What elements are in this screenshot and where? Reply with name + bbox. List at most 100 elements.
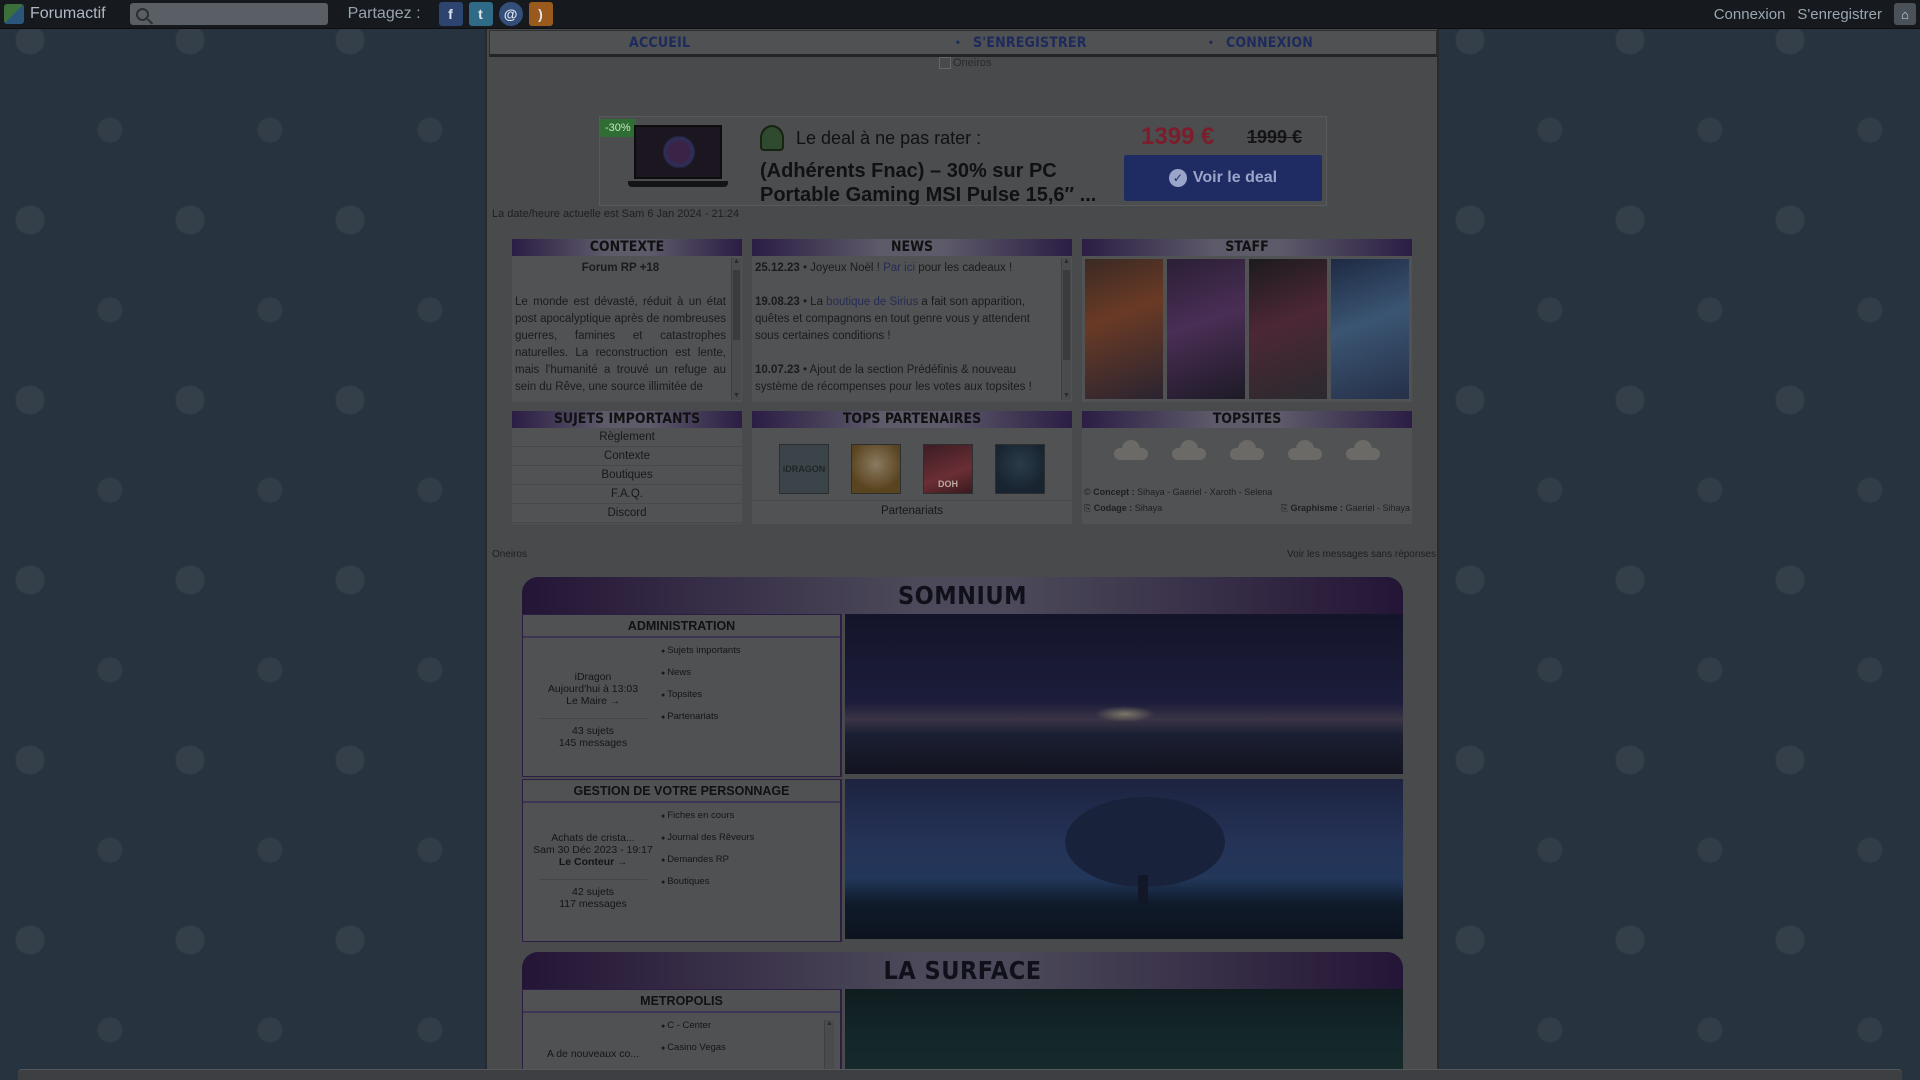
forum-name[interactable]: Gestion de votre personnage xyxy=(523,780,840,803)
important-topics-list: Règlement Contexte Boutiques F.A.Q. Disc… xyxy=(512,428,742,524)
news-date: 10.07.23 xyxy=(755,364,800,376)
category-title[interactable]: Somnium xyxy=(522,577,1403,614)
rss-icon[interactable]: ) xyxy=(528,2,553,26)
topsites-title: Topsites xyxy=(1082,411,1412,428)
search-box xyxy=(129,3,328,25)
forumactif-brand[interactable]: Forumactif xyxy=(4,4,106,24)
forum-row: Metropolis A de nouveaux co... C - Cente… xyxy=(522,989,1403,1080)
last-post-date: Sam 30 Déc 2023 - 19:17 xyxy=(533,844,653,856)
partner-logo[interactable] xyxy=(851,444,901,494)
email-icon[interactable]: @ xyxy=(498,2,523,26)
deal-ad[interactable]: -30% Le deal à ne pas rater : (Adhérents… xyxy=(599,116,1327,206)
topsite-cloud-icon[interactable] xyxy=(1346,440,1380,460)
search-input[interactable] xyxy=(154,6,325,22)
brand-label: Forumactif xyxy=(30,5,106,22)
last-post-author[interactable]: Le Maire xyxy=(566,695,607,707)
scroll-down-icon[interactable]: ▼ xyxy=(733,392,740,400)
forum-name[interactable]: Administration xyxy=(523,615,840,638)
staff-widget: Staff xyxy=(1082,239,1412,402)
staff-avatar[interactable] xyxy=(1249,259,1327,399)
home-icon[interactable]: ⌂ xyxy=(1894,3,1916,25)
goto-last-post-icon[interactable]: → xyxy=(617,857,627,868)
topsite-cloud-icon[interactable] xyxy=(1230,440,1264,460)
site-credits: © Concept : Sihaya - Gaeriel - Xaroth - … xyxy=(1082,484,1412,516)
last-post: iDragon Aujourd'hui à 13:03 Le Maire → 4… xyxy=(533,671,653,749)
staff-avatar[interactable] xyxy=(1085,259,1163,399)
news-link[interactable]: Par ici xyxy=(883,262,915,274)
last-post-title[interactable]: iDragon xyxy=(533,671,653,683)
twitter-icon[interactable]: t xyxy=(468,2,493,26)
credits-coding: ⎘ Codage : Sihaya xyxy=(1084,503,1163,513)
contexte-scrollbar[interactable]: ▲ ▼ xyxy=(731,258,741,400)
forum-image[interactable] xyxy=(845,989,1403,1080)
deal-headline-text: Le deal à ne pas rater : xyxy=(796,127,982,148)
credits-graphics: ⎘ Graphisme : Gaeriel - Sihaya xyxy=(1280,503,1410,513)
staff-avatar[interactable] xyxy=(1167,259,1245,399)
last-post-date: Aujourd'hui à 13:03 xyxy=(547,683,639,695)
goto-last-post-icon[interactable]: → xyxy=(610,696,620,707)
partner-logo[interactable] xyxy=(995,444,1045,494)
subforum-link[interactable]: Demandes RP xyxy=(661,854,754,876)
important-topic-link[interactable]: F.A.Q. xyxy=(512,485,742,504)
forum-banner[interactable]: Oneiros xyxy=(939,57,992,70)
scroll-up-icon[interactable]: ▲ xyxy=(1063,258,1070,266)
forum-image[interactable] xyxy=(845,779,1403,939)
topsite-cloud-icon[interactable] xyxy=(1288,440,1322,460)
topsite-cloud-icon[interactable] xyxy=(1114,440,1148,460)
partnerships-link[interactable]: Partenariats xyxy=(752,500,1072,517)
scroll-up-icon[interactable]: ▲ xyxy=(733,258,740,266)
subforum-link[interactable]: Boutiques xyxy=(661,876,754,898)
partners-title: Tops partenaires xyxy=(752,411,1072,428)
nav-accueil[interactable]: Accueil xyxy=(629,35,690,51)
subforum-link[interactable]: Sujets importants xyxy=(661,645,740,667)
subforum-list: Fiches en cours Journal des Rêveurs Dema… xyxy=(661,810,754,898)
category-title[interactable]: La Surface xyxy=(522,952,1403,989)
partner-logo[interactable]: DOH xyxy=(923,444,973,494)
news-text: • La xyxy=(799,296,827,308)
subforum-link[interactable]: News xyxy=(661,667,741,689)
topsite-cloud-icon[interactable] xyxy=(1172,440,1206,460)
contexte-subtitle: Forum RP +18 xyxy=(581,262,660,274)
toolbar-register-link[interactable]: S'enregistrer xyxy=(1797,6,1882,23)
last-post-title[interactable]: A de nouveaux co... xyxy=(533,1048,653,1060)
scroll-up-icon[interactable]: ▲ xyxy=(826,1020,833,1028)
news-scrollbar[interactable]: ▲ ▼ xyxy=(1061,258,1071,400)
subforum-link[interactable]: Partenariats xyxy=(661,711,741,733)
subforum-link[interactable]: Fiches en cours xyxy=(661,810,754,832)
news-text: • Joyeux Noël ! xyxy=(799,262,884,274)
important-topic-link[interactable]: Contexte xyxy=(512,447,742,466)
deal-price: 1399 € xyxy=(1141,123,1215,150)
last-post-author[interactable]: Le Conteur xyxy=(559,856,614,868)
subforum-link[interactable]: Topsites xyxy=(661,689,741,711)
toolbar-login-link[interactable]: Connexion xyxy=(1714,6,1786,23)
forum-topic-count: 43 sujets xyxy=(571,725,615,737)
important-topic-link[interactable]: Boutiques xyxy=(512,466,742,485)
scroll-down-icon[interactable]: ▼ xyxy=(1063,392,1070,400)
important-topic-link[interactable]: Discord xyxy=(512,504,742,523)
facebook-icon[interactable]: f xyxy=(438,2,463,26)
forum-image[interactable] xyxy=(845,614,1403,774)
contexte-widget: Contexte Forum RP +18 Le monde est dévas… xyxy=(512,239,742,402)
breadcrumb-home[interactable]: Oneiros xyxy=(492,549,527,560)
view-deal-button[interactable]: ✓ Voir le deal xyxy=(1124,155,1322,201)
important-topic-link[interactable]: Règlement xyxy=(512,428,742,447)
news-link[interactable]: boutique de Sirius xyxy=(826,296,918,308)
nav-login[interactable]: Connexion xyxy=(1208,35,1313,51)
topsites-body: © Concept : Sihaya - Gaeriel - Xaroth - … xyxy=(1082,428,1412,524)
deal-title[interactable]: (Adhérents Fnac) – 30% sur PC Portable G… xyxy=(760,159,1120,207)
topsites-widget: Topsites © Concept : Sihaya - Gaeriel - … xyxy=(1082,411,1412,524)
subforum-link[interactable]: Journal des Rêveurs xyxy=(661,832,754,854)
forum-name[interactable]: Metropolis xyxy=(523,990,840,1013)
news-item: 25.12.23 • Joyeux Noël ! Par ici pour le… xyxy=(755,260,1056,277)
staff-avatar[interactable] xyxy=(1331,259,1409,399)
subforum-link[interactable]: C - Center xyxy=(661,1020,726,1042)
forum-row: Gestion de votre personnage Achats de cr… xyxy=(522,779,1403,942)
nav-register[interactable]: S'enregistrer xyxy=(955,35,1087,51)
search-icon[interactable] xyxy=(135,7,149,21)
forum-info: Metropolis A de nouveaux co... C - Cente… xyxy=(522,989,842,1080)
subforum-link[interactable]: Casino Vegas xyxy=(661,1042,726,1064)
unanswered-posts-link[interactable]: Voir les messages sans réponses xyxy=(1287,549,1436,560)
last-post-title[interactable]: Achats de crista... xyxy=(533,832,653,844)
news-body: 25.12.23 • Joyeux Noël ! Par ici pour le… xyxy=(752,256,1072,402)
partner-logo[interactable]: iDRAGON xyxy=(779,444,829,494)
